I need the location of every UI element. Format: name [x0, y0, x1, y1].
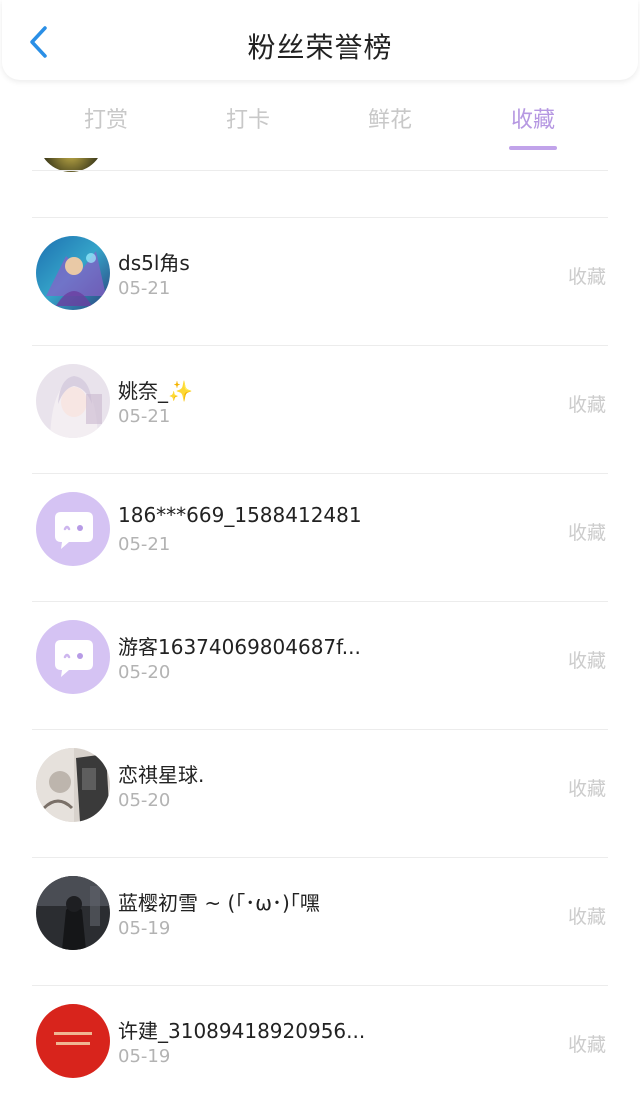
favorite-date: 05-19 — [118, 1046, 171, 1067]
tab-favorites[interactable]: 收藏 — [483, 102, 583, 134]
favorite-label: 收藏 — [567, 1034, 606, 1056]
list-item[interactable]: 186***669_1588412481 05-21 收藏 — [0, 474, 640, 602]
app-header: 粉丝荣誉榜 — [2, 0, 638, 80]
page-title: 粉丝荣誉榜 — [247, 31, 393, 64]
favorite-date: 05-21 — [118, 278, 171, 299]
tab-flowers[interactable]: 鲜花 — [340, 102, 440, 134]
favorite-label: 收藏 — [567, 650, 606, 672]
favorite-date: 05-20 — [118, 790, 171, 811]
favorite-date: 05-21 — [118, 534, 171, 555]
default-chat-avatar — [36, 620, 110, 694]
list-item[interactable]: 游客16374069804687f... 05-20 收藏 — [0, 602, 640, 730]
game-art-avatar — [36, 236, 110, 310]
user-name: 许建_31089418920956... — [118, 1019, 366, 1043]
favorite-label: 收藏 — [567, 394, 606, 416]
default-chat-avatar — [36, 492, 110, 566]
favorite-date: 05-21 — [118, 406, 171, 427]
user-name: 蓝樱初雪 ~ (｢･ω･)｢嘿 — [118, 891, 320, 915]
favorite-label: 收藏 — [567, 778, 606, 800]
photo-avatar — [36, 748, 110, 822]
user-name: 恋祺星球. — [118, 763, 205, 787]
favorite-label: 收藏 — [567, 906, 606, 928]
tab-bar: 打赏 打卡 鲜花 收藏 — [0, 90, 640, 158]
user-name: 186***669_1588412481 — [118, 503, 362, 527]
list-item[interactable]: ds5l角s 05-21 收藏 — [0, 218, 640, 346]
favorite-date: 05-19 — [118, 918, 171, 939]
user-name: 姚奈_✨ — [118, 379, 193, 403]
favorite-label: 收藏 — [567, 266, 606, 288]
user-name: ds5l角s — [118, 251, 190, 275]
page: 粉丝荣誉榜 打赏 打卡 鲜花 收藏 ds5l角s 05-21 收藏 姚奈_✨ 0… — [0, 0, 640, 1106]
favorite-date: 05-20 — [118, 662, 171, 683]
tab-reward[interactable]: 打赏 — [56, 102, 156, 134]
anime-girl-avatar — [36, 364, 110, 438]
user-name: 游客16374069804687f... — [118, 635, 361, 659]
tab-checkin[interactable]: 打卡 — [198, 102, 298, 134]
dark-photo-avatar — [36, 876, 110, 950]
red-badge-avatar — [36, 1004, 110, 1078]
favorite-label: 收藏 — [567, 522, 606, 544]
divider — [32, 170, 608, 171]
fan-list[interactable]: ds5l角s 05-21 收藏 姚奈_✨ 05-21 收藏 186***669_… — [0, 152, 640, 1106]
list-item[interactable]: 许建_31089418920956... 05-19 收藏 — [0, 986, 640, 1106]
list-item[interactable]: 姚奈_✨ 05-21 收藏 — [0, 346, 640, 474]
list-item[interactable]: 恋祺星球. 05-20 收藏 — [0, 730, 640, 858]
list-item[interactable]: 蓝樱初雪 ~ (｢･ω･)｢嘿 05-19 收藏 — [0, 858, 640, 986]
active-tab-indicator — [509, 146, 557, 150]
